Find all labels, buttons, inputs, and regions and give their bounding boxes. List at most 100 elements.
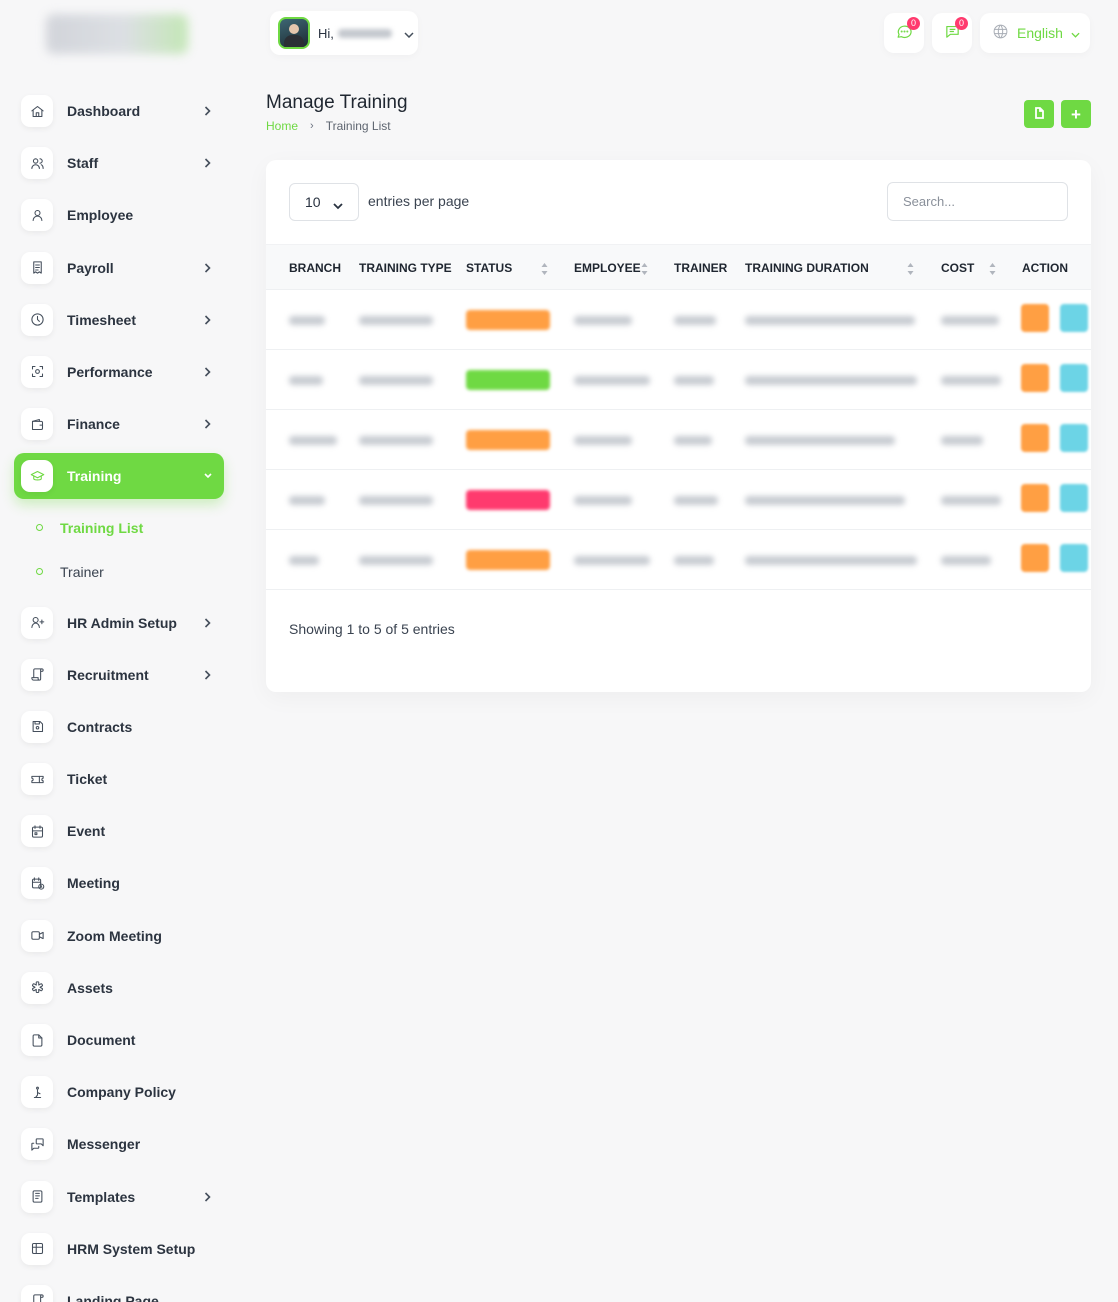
sidebar-item-contracts[interactable]: Contracts (14, 704, 224, 750)
column-header-employee[interactable]: EMPLOYEE (574, 245, 641, 291)
submenu-item-trainer[interactable]: Trainer (14, 550, 224, 594)
sidebar-item-ticket[interactable]: Ticket (14, 756, 224, 802)
redacted-cell (359, 496, 433, 505)
add-training-button[interactable]: + (1061, 100, 1091, 128)
redacted-cell (574, 496, 632, 505)
user-plus-icon (21, 606, 53, 639)
redacted-cell (359, 376, 433, 385)
sidebar-item-label: Meeting (67, 875, 120, 892)
sort-icon[interactable] (907, 262, 914, 275)
sort-icon[interactable] (541, 262, 548, 275)
redacted-cell (359, 316, 433, 325)
avatar (278, 17, 310, 49)
sidebar-item-label: Dashboard (67, 103, 141, 119)
sidebar-item-staff[interactable]: Staff (14, 140, 224, 186)
chevron-right-icon (204, 261, 212, 275)
sidebar-item-meeting[interactable]: Meeting (14, 860, 224, 906)
redacted-cell (941, 556, 991, 565)
redacted-cell (745, 556, 917, 565)
search-input[interactable] (887, 182, 1068, 221)
view-button[interactable] (1060, 304, 1088, 332)
table-info: Showing 1 to 5 of 5 entries (289, 621, 455, 637)
status-badge (466, 550, 550, 570)
redacted-cell (289, 496, 325, 505)
edit-button[interactable] (1021, 484, 1049, 512)
submenu-item-training-list[interactable]: Training List (14, 506, 224, 550)
redacted-cell (745, 436, 895, 445)
view-button[interactable] (1060, 364, 1088, 392)
sidebar-item-label: Training (67, 468, 122, 485)
chat-notification-button[interactable]: 0 (884, 13, 924, 53)
status-badge (466, 370, 550, 390)
sidebar-item-document[interactable]: Document (14, 1017, 224, 1063)
entries-per-page-select[interactable]: 10 (289, 183, 359, 221)
home-icon (21, 95, 53, 127)
sidebar-item-recruitment[interactable]: Recruitment (14, 652, 224, 698)
column-header-trainer: TRAINER (674, 261, 728, 275)
page-title: Manage Training (266, 92, 408, 113)
table-row (266, 410, 1091, 470)
video-icon (21, 919, 53, 952)
messages-button[interactable]: 0 (932, 13, 972, 53)
breadcrumb: Home › Training List (266, 119, 391, 133)
column-header-status[interactable]: STATUS (466, 245, 512, 291)
chevron-down-icon (404, 25, 414, 41)
table-icon (21, 1232, 53, 1265)
sidebar-item-landing-page[interactable]: Landing Page (14, 1278, 224, 1302)
table-row (266, 290, 1091, 350)
sidebar-item-messenger[interactable]: Messenger (14, 1121, 224, 1167)
redacted-cell (674, 376, 714, 385)
sidebar-item-hrm-system-setup[interactable]: HRM System Setup (14, 1226, 224, 1272)
submenu-item-label: Training List (60, 519, 144, 536)
sidebar-item-label: Templates (67, 1188, 136, 1205)
sidebar: Dashboard Staff Employee Payroll Timesheet Pe… (0, 0, 238, 1302)
language-dropdown[interactable]: English (980, 13, 1090, 53)
sidebar-item-hr-admin-setup[interactable]: HR Admin Setup (14, 600, 224, 646)
sidebar-item-event[interactable]: Event (14, 808, 224, 854)
breadcrumb-home-link[interactable]: Home (266, 119, 298, 133)
column-header-cost[interactable]: COST (941, 245, 974, 291)
redacted-cell (289, 376, 323, 385)
entries-per-page-label: entries per page (368, 193, 470, 209)
sidebar-item-training[interactable]: Training (14, 453, 224, 500)
export-button[interactable] (1024, 100, 1054, 128)
view-button[interactable] (1060, 424, 1088, 452)
brand-logo[interactable] (46, 14, 188, 54)
edit-button[interactable] (1021, 424, 1049, 452)
chevron-right-icon (204, 668, 212, 682)
sidebar-item-finance[interactable]: Finance (14, 401, 224, 447)
sidebar-item-employee[interactable]: Employee (14, 192, 224, 238)
sort-icon[interactable] (641, 262, 648, 275)
edit-button[interactable] (1021, 544, 1049, 572)
view-button[interactable] (1060, 544, 1088, 572)
edit-button[interactable] (1021, 304, 1049, 332)
edit-button[interactable] (1021, 364, 1049, 392)
redacted-cell (359, 556, 433, 565)
user-menu-button[interactable]: Hi, (270, 11, 418, 55)
training-table-card: 10 entries per page BRANCH TRAINING TYPE S… (266, 160, 1091, 692)
sidebar-item-timesheet[interactable]: Timesheet (14, 297, 224, 343)
view-button[interactable] (1060, 484, 1088, 512)
sidebar-item-templates[interactable]: Templates (14, 1174, 224, 1220)
sort-icon[interactable] (989, 262, 996, 275)
redacted-cell (941, 436, 983, 445)
pray-icon (21, 1076, 53, 1109)
sidebar-item-dashboard[interactable]: Dashboard (14, 88, 224, 134)
redacted-cell (289, 436, 337, 445)
sidebar-item-zoom-meeting[interactable]: Zoom Meeting (14, 913, 224, 959)
calendar-time-icon (21, 867, 53, 900)
redacted-cell (941, 376, 1001, 385)
sidebar-item-label: Performance (67, 363, 153, 380)
sidebar-item-company-policy[interactable]: Company Policy (14, 1069, 224, 1115)
focus-icon (21, 355, 53, 388)
clock-icon (21, 303, 53, 336)
messages-icon (21, 1128, 53, 1161)
receipt-icon (21, 251, 53, 284)
sidebar-item-performance[interactable]: Performance (14, 349, 224, 395)
chevron-right-icon (204, 104, 212, 118)
breadcrumb-current: Training List (325, 119, 391, 133)
sidebar-item-payroll[interactable]: Payroll (14, 245, 224, 291)
sidebar-item-assets[interactable]: Assets (14, 965, 224, 1011)
sidebar-item-label: Assets (67, 979, 113, 996)
column-header-training-duration[interactable]: TRAINING DURATION (745, 245, 869, 291)
